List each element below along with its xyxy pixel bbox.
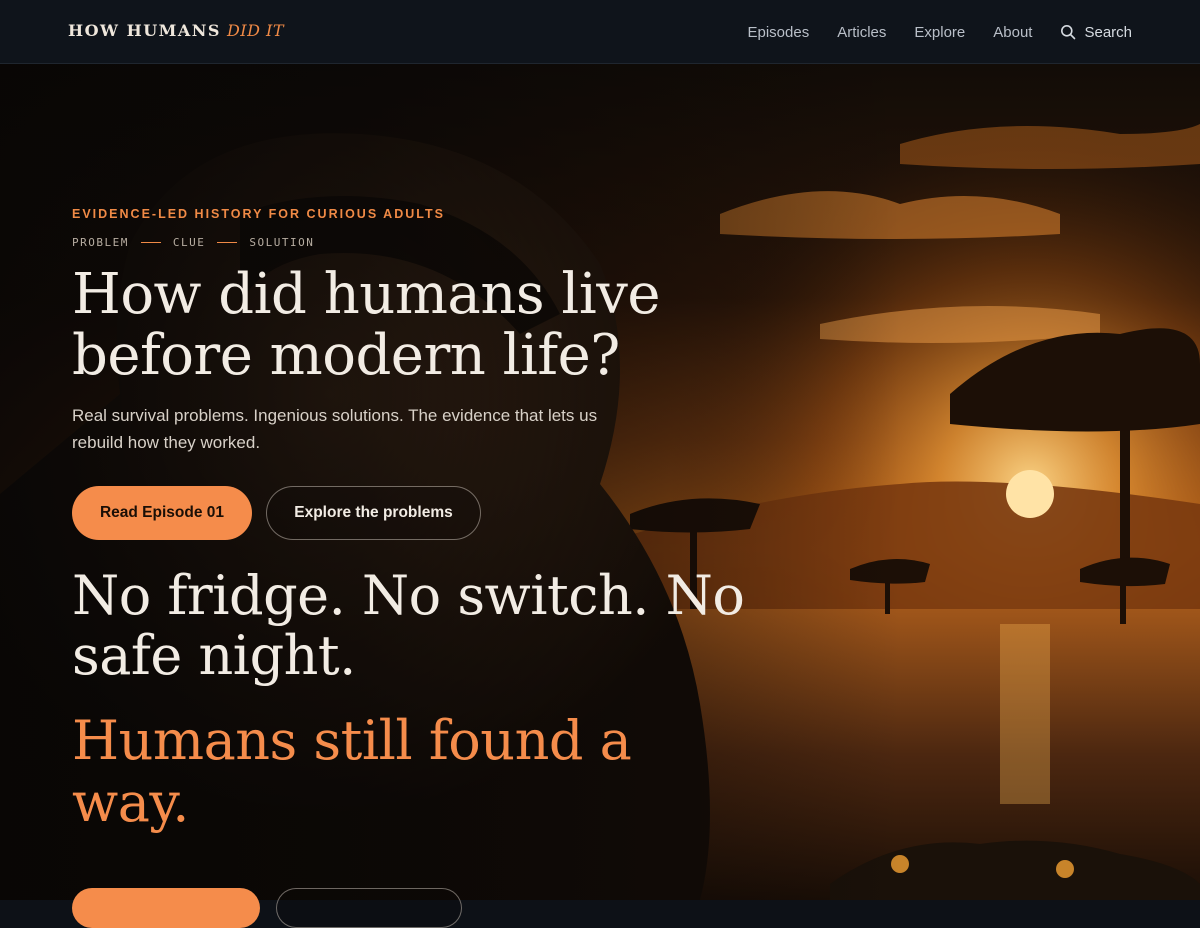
- secondary-ghost-button-cutoff[interactable]: [276, 888, 462, 928]
- site-logo[interactable]: HOW HUMANS DID IT: [68, 21, 284, 40]
- hero-lede: Real survival problems. Ingenious soluti…: [72, 406, 598, 452]
- read-episode-button[interactable]: Read Episode 01: [72, 486, 252, 540]
- search-label: Search: [1084, 23, 1132, 41]
- search-icon: [1061, 25, 1076, 40]
- hero-eyebrow: EVIDENCE-LED HISTORY FOR CURIOUS ADULTS: [72, 207, 445, 221]
- nav-link-articles[interactable]: Articles: [837, 24, 886, 41]
- accent-headline: Humans still found a way.: [72, 709, 632, 834]
- problem-clue-solution-steps: PROBLEM CLUE SOLUTION: [72, 236, 314, 249]
- search-button[interactable]: Search: [1060, 24, 1132, 41]
- nav-link-episodes[interactable]: Episodes: [748, 24, 810, 41]
- step-problem: PROBLEM: [72, 236, 129, 249]
- nav-link-about[interactable]: About: [993, 24, 1032, 41]
- nav-link-explore[interactable]: Explore: [914, 24, 965, 41]
- logo-main-text: HOW HUMANS: [68, 21, 221, 40]
- step-solution: SOLUTION: [249, 236, 315, 249]
- hero-headline: How did humans live before modern life?: [72, 262, 661, 388]
- main-nav: Episodes Articles Explore About Search: [748, 0, 1133, 64]
- step-divider: [140, 242, 161, 243]
- secondary-cta-button-cutoff[interactable]: [72, 888, 260, 928]
- explore-problems-button[interactable]: Explore the problems: [266, 486, 481, 540]
- logo-accent-text: DID IT: [226, 21, 285, 40]
- step-divider: [217, 242, 238, 243]
- site-header: HOW HUMANS DID IT Episodes Articles Explo…: [0, 0, 1200, 64]
- secondary-headline: No fridge. No switch. No safe night.: [72, 564, 745, 687]
- step-clue: CLUE: [172, 236, 206, 249]
